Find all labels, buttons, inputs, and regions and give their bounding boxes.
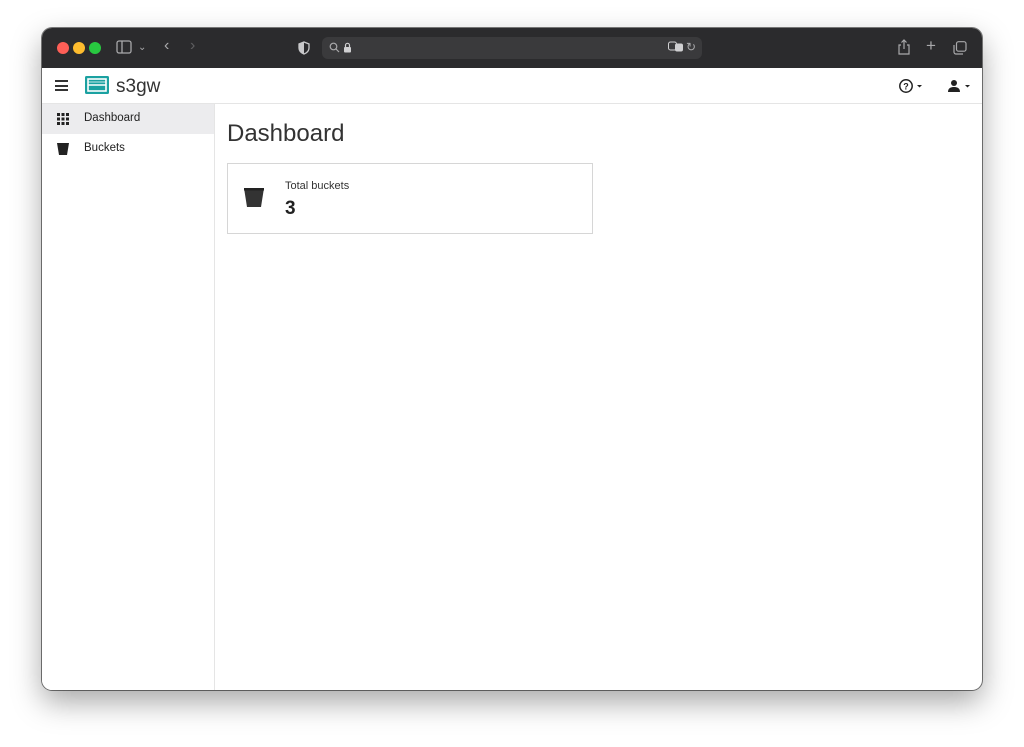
card-label: Total buckets <box>285 180 350 192</box>
forward-icon[interactable]: › <box>190 38 195 54</box>
browser-window: ⌄ ‹ › ↻ + s3gw ? Dashboard Buckets Dashb… <box>42 28 982 690</box>
bucket-icon <box>243 186 265 208</box>
zoom-window-button[interactable] <box>89 42 101 54</box>
page-title: Dashboard <box>227 120 345 147</box>
new-tab-icon[interactable]: + <box>926 37 936 54</box>
total-buckets-card: Total buckets 3 <box>227 163 593 234</box>
reload-icon[interactable]: ↻ <box>686 40 696 54</box>
minimize-window-button[interactable] <box>73 42 85 54</box>
browser-toolbar: ⌄ ‹ › ↻ + <box>42 28 982 69</box>
brand-name[interactable]: s3gw <box>116 76 160 98</box>
user-menu-button[interactable] <box>946 78 974 99</box>
tabs-overview-icon[interactable] <box>953 41 967 57</box>
card-value: 3 <box>285 198 296 219</box>
address-bar[interactable]: ↻ <box>322 37 702 59</box>
sidebar-item-buckets[interactable]: Buckets <box>42 134 214 164</box>
lock-icon <box>343 41 352 55</box>
sidebar-toggle-icon[interactable] <box>116 40 132 56</box>
shield-icon[interactable] <box>298 41 310 57</box>
sidebar-item-label: Dashboard <box>84 112 141 124</box>
help-menu-button[interactable]: ? <box>898 78 926 99</box>
app-header: s3gw ? <box>42 68 982 104</box>
search-icon <box>329 41 340 55</box>
s3gw-logo-icon <box>85 76 109 94</box>
close-window-button[interactable] <box>57 42 69 54</box>
grid-icon <box>56 112 70 126</box>
svg-text:?: ? <box>903 82 909 92</box>
chevron-down-icon[interactable]: ⌄ <box>138 41 146 55</box>
translate-icon[interactable] <box>668 41 684 57</box>
share-icon[interactable] <box>898 39 910 57</box>
bucket-icon <box>56 142 70 156</box>
sidebar: Dashboard Buckets <box>42 104 215 690</box>
sidebar-item-dashboard[interactable]: Dashboard <box>42 104 214 134</box>
menu-icon[interactable] <box>55 80 68 91</box>
sidebar-item-label: Buckets <box>84 142 125 154</box>
back-icon[interactable]: ‹ <box>164 38 169 54</box>
